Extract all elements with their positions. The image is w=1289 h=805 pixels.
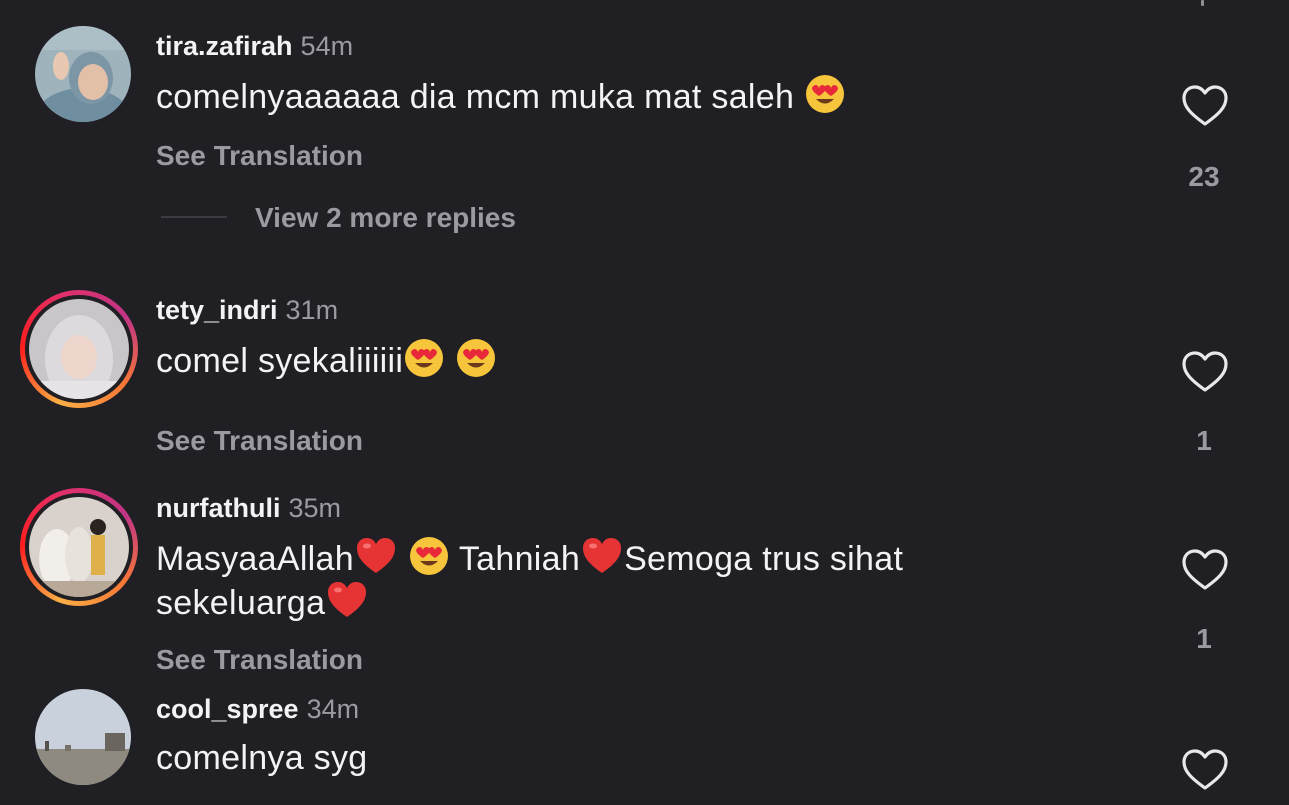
comment-text-part: sekeluarga	[156, 584, 326, 622]
comment-text-part: Tahniah	[449, 540, 581, 578]
red-heart-emoji	[355, 536, 397, 586]
comment-header: tety_indri 31m	[156, 294, 338, 326]
comment-text: MasyaaAllah Tahniah Semoga trus sihat	[156, 536, 903, 586]
red-heart-emoji	[581, 536, 623, 586]
username[interactable]: tira.zafirah	[156, 31, 293, 61]
heart-outline-icon[interactable]	[1181, 548, 1229, 592]
comment-header: tira.zafirah 54m	[156, 30, 353, 62]
avatar	[29, 299, 129, 399]
heart-outline-icon[interactable]	[1181, 350, 1229, 394]
username[interactable]: tety_indri	[156, 295, 278, 325]
like-count: 23	[1188, 161, 1220, 192]
like-count: 1	[1196, 425, 1212, 456]
comment-text: comel syekaliiiiii	[156, 338, 497, 388]
comment-header: nurfathuli 35m	[156, 492, 341, 524]
comment-text: comelnya syg	[156, 737, 367, 779]
see-translation-link[interactable]: See Translation	[156, 139, 363, 173]
heart-outline-icon[interactable]	[1181, 84, 1229, 128]
view-replies-link[interactable]: View 2 more replies	[255, 201, 516, 235]
heart-eyes-emoji	[409, 536, 449, 586]
red-heart-emoji	[326, 580, 368, 630]
timestamp: 31m	[285, 295, 339, 325]
timestamp: 34m	[306, 694, 360, 724]
comment-text-part: comel syekaliiiiii	[156, 342, 404, 380]
story-ring-avatar[interactable]	[20, 290, 138, 408]
heart-outline-icon[interactable]	[1181, 748, 1229, 792]
heart-eyes-emoji	[404, 338, 444, 388]
avatar	[29, 497, 129, 597]
see-translation-link[interactable]: See Translation	[156, 643, 363, 677]
previous-like-count-fragment	[1201, 0, 1204, 6]
username[interactable]: cool_spree	[156, 694, 299, 724]
heart-eyes-emoji	[805, 74, 845, 124]
avatar[interactable]	[35, 689, 131, 785]
heart-eyes-emoji	[456, 338, 496, 388]
username[interactable]: nurfathuli	[156, 493, 280, 523]
see-translation-link[interactable]: See Translation	[156, 424, 363, 458]
story-ring-avatar[interactable]	[20, 488, 138, 606]
comment-header: cool_spree 34m	[156, 693, 359, 725]
comment-text-part: MasyaaAllah	[156, 540, 354, 578]
timestamp: 54m	[300, 31, 354, 61]
avatar[interactable]	[35, 26, 131, 122]
comment-text-part: comelnya syg	[156, 739, 368, 777]
comment-text: comelnyaaaaaa dia mcm muka mat saleh	[156, 74, 846, 124]
timestamp: 35m	[288, 493, 342, 523]
replies-divider	[161, 216, 227, 218]
comment-text-part: comelnyaaaaaa dia mcm muka mat saleh	[156, 78, 804, 116]
like-count: 1	[1196, 623, 1212, 654]
comment-text-line-2: sekeluarga	[156, 580, 369, 630]
comment-text-part: Semoga trus sihat	[624, 540, 904, 578]
